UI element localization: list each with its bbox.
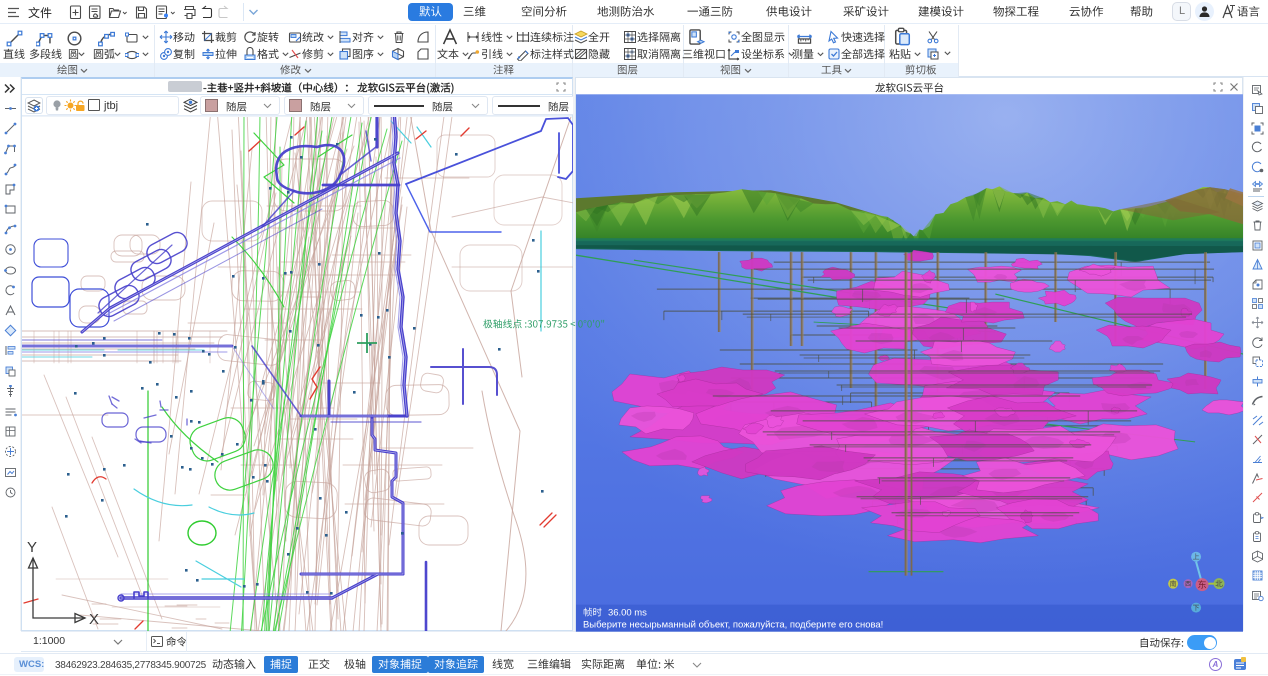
svg-text:Выберите несырьманный объект,: Выберите несырьманный объект, пожалуйста… xyxy=(583,620,883,631)
svg-text:36.00 ms: 36.00 ms xyxy=(608,608,647,619)
svg-text:X: X xyxy=(89,611,99,628)
svg-text:Y: Y xyxy=(27,540,37,556)
